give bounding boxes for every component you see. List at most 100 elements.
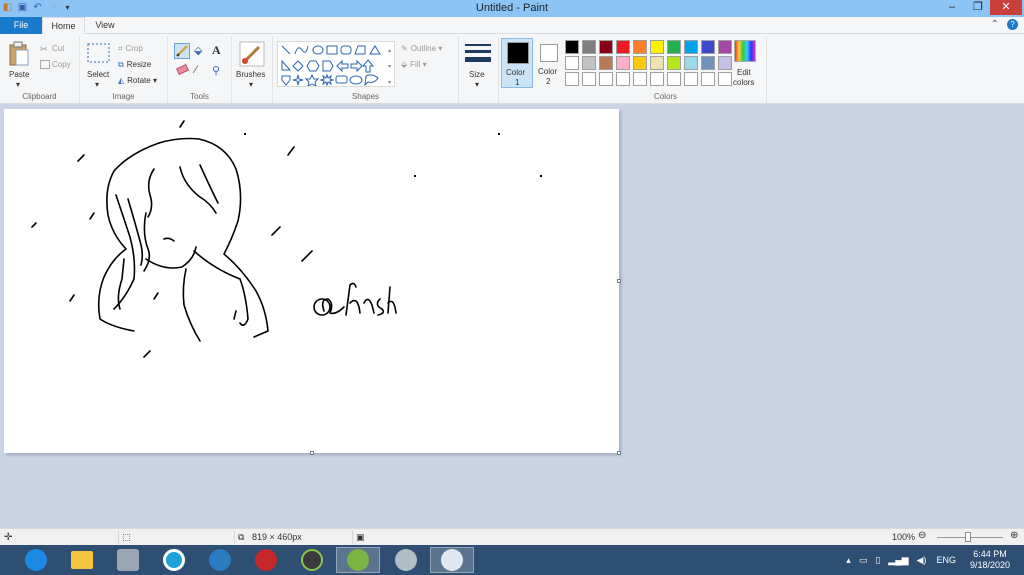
close-button[interactable]: ✕	[990, 0, 1022, 15]
disc-icon	[163, 549, 185, 571]
palette-swatch[interactable]	[582, 56, 596, 70]
cut-button[interactable]: ✂ Cut	[40, 44, 64, 54]
palette-swatch[interactable]	[701, 72, 715, 86]
brushes-button[interactable]: Brushes	[236, 70, 265, 79]
app7-taskbar-button[interactable]	[290, 547, 334, 573]
app5-taskbar-button[interactable]	[198, 547, 242, 573]
select-button[interactable]: Select	[87, 70, 109, 79]
volume-icon[interactable]: ◀)	[917, 555, 927, 566]
magnifier-icon[interactable]: ⚲	[212, 64, 220, 77]
app8-taskbar-button[interactable]	[336, 547, 380, 573]
paste-button[interactable]: Paste	[9, 70, 29, 79]
app3-taskbar-button[interactable]	[106, 547, 150, 573]
palette-swatch[interactable]	[565, 56, 579, 70]
palette-swatch[interactable]	[633, 40, 647, 54]
color-palette	[565, 40, 735, 92]
minimize-button[interactable]: –	[940, 0, 964, 15]
palette-swatch[interactable]	[650, 72, 664, 86]
eraser-icon[interactable]	[176, 64, 189, 75]
battery-icon[interactable]: ▯	[875, 555, 880, 566]
palette-swatch[interactable]	[650, 56, 664, 70]
text-tool-icon[interactable]: A	[212, 43, 221, 58]
ie-taskbar-button[interactable]	[14, 547, 58, 573]
palette-swatch[interactable]	[599, 56, 613, 70]
palette-swatch[interactable]	[616, 56, 630, 70]
size-icon[interactable]	[465, 43, 491, 65]
palette-swatch[interactable]	[718, 40, 732, 54]
app6-taskbar-button[interactable]	[244, 547, 288, 573]
palette-swatch[interactable]	[599, 72, 613, 86]
explorer-taskbar-button[interactable]	[60, 547, 104, 573]
size-dropdown-icon[interactable]: ▾	[475, 80, 479, 89]
palette-swatch[interactable]	[684, 72, 698, 86]
palette-swatch[interactable]	[684, 56, 698, 70]
tab-view[interactable]: View	[85, 17, 125, 34]
palette-swatch[interactable]	[616, 40, 630, 54]
language-indicator[interactable]: ENG	[936, 555, 956, 565]
palette-swatch[interactable]	[667, 40, 681, 54]
canvas-resize-handle-bottom[interactable]	[310, 451, 314, 455]
tray-overflow-icon[interactable]: ▴	[846, 555, 851, 566]
size-button[interactable]: Size	[469, 70, 485, 79]
zoom-out-icon[interactable]: ⊖	[918, 530, 926, 541]
tab-file[interactable]: File	[0, 17, 42, 34]
rotate-button[interactable]: ◭ Rotate ▾	[118, 76, 157, 85]
palette-swatch[interactable]	[599, 40, 613, 54]
tools-group-label: Tools	[190, 92, 209, 101]
palette-swatch[interactable]	[667, 56, 681, 70]
palette-swatch[interactable]	[701, 40, 715, 54]
fill-button[interactable]: ⬙ Fill ▾	[401, 60, 427, 69]
palette-swatch[interactable]	[633, 56, 647, 70]
select-dropdown-icon[interactable]: ▾	[95, 80, 99, 89]
palette-swatch[interactable]	[684, 40, 698, 54]
canvas-resize-handle-corner[interactable]	[617, 451, 621, 455]
palette-swatch[interactable]	[565, 72, 579, 86]
zoom-slider-thumb[interactable]	[965, 532, 971, 542]
palette-swatch[interactable]	[667, 72, 681, 86]
color2-button[interactable]: Color 2	[535, 38, 565, 88]
palette-swatch[interactable]	[616, 72, 630, 86]
fill-icon[interactable]: ⬙	[194, 44, 202, 57]
outline-button[interactable]: ✎ Outline ▾	[401, 44, 442, 53]
edit-colors-label[interactable]: Edit	[737, 68, 751, 77]
fill-bucket-icon: ⬙	[401, 60, 408, 69]
select-icon[interactable]	[87, 43, 111, 65]
paint-taskbar-button[interactable]	[430, 547, 474, 573]
palette-swatch[interactable]	[565, 40, 579, 54]
paste-icon[interactable]	[8, 41, 30, 67]
shapes-gallery[interactable]: ▴ ▾ ▾	[277, 41, 395, 87]
palette-swatch[interactable]	[718, 72, 732, 86]
action-center-icon[interactable]: ▭	[859, 555, 868, 566]
resize-button[interactable]: ⧉ Resize	[118, 60, 151, 70]
network-icon[interactable]: ▂▄▆	[888, 555, 908, 566]
zoom-in-icon[interactable]: ⊕	[1010, 530, 1018, 541]
palette-swatch[interactable]	[718, 56, 732, 70]
edit-colors-icon[interactable]	[734, 40, 756, 62]
copy-button[interactable]: Copy	[40, 60, 71, 70]
pencil-tool[interactable]	[174, 43, 190, 59]
app9-taskbar-button[interactable]	[384, 547, 428, 573]
palette-swatch[interactable]	[582, 72, 596, 86]
tab-home[interactable]: Home	[42, 17, 85, 35]
palette-swatch[interactable]	[633, 72, 647, 86]
crop-button[interactable]: ⌗ Crop	[118, 44, 143, 54]
brushes-dropdown-icon[interactable]: ▾	[249, 80, 253, 89]
collapse-ribbon-icon[interactable]: ⌃	[991, 19, 999, 30]
help-icon[interactable]: ?	[1007, 19, 1018, 30]
canvas-resize-handle-right[interactable]	[617, 279, 621, 283]
tools-group: ⬙ A ⁄ ⚲ Tools	[168, 37, 232, 103]
color-picker-icon[interactable]: ⁄	[195, 64, 197, 76]
maximize-button[interactable]: ❐	[966, 0, 990, 15]
drawing-canvas[interactable]	[4, 109, 621, 455]
color1-swatch	[507, 42, 529, 64]
colors-group: Edit colors Colors	[565, 37, 767, 103]
paste-dropdown-icon[interactable]: ▾	[16, 80, 20, 89]
edit-colors-label-2[interactable]: colors	[733, 78, 754, 87]
brushes-icon[interactable]	[239, 41, 265, 67]
clock[interactable]: 6:44 PM 9/18/2020	[970, 549, 1010, 571]
palette-swatch[interactable]	[701, 56, 715, 70]
app4-taskbar-button[interactable]	[152, 547, 196, 573]
palette-swatch[interactable]	[582, 40, 596, 54]
palette-swatch[interactable]	[650, 40, 664, 54]
color1-button[interactable]: Color 1	[501, 38, 533, 88]
